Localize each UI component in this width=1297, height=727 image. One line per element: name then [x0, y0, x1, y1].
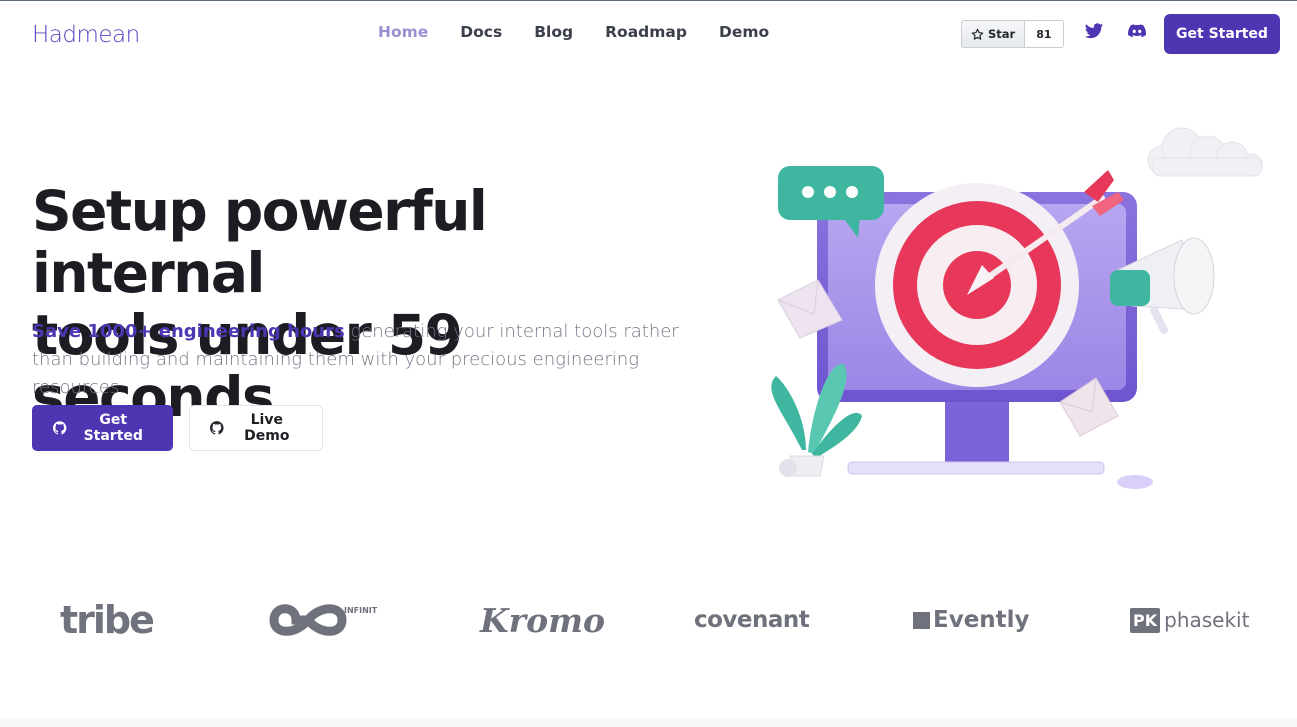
infinity-icon: INFINITE [269, 604, 378, 636]
cloud-icon [1147, 127, 1263, 177]
github-star-button[interactable]: Star [962, 21, 1026, 47]
evently-label: Evently [933, 607, 1030, 633]
brand-logo-tribe: tribe [60, 598, 155, 642]
nav-home[interactable]: Home [378, 23, 428, 41]
logo-text: Hadmean [32, 22, 140, 48]
discord-icon[interactable] [1127, 21, 1147, 41]
nav-blog[interactable]: Blog [534, 23, 573, 41]
header-get-started-button[interactable]: Get Started [1164, 14, 1280, 54]
github-star-widget: Star 81 [961, 20, 1064, 48]
brand-logo-infinite: INFINITE [268, 590, 378, 650]
hero-get-started-button[interactable]: Get Started [32, 405, 173, 451]
brand-logo-kromo: Kromo [480, 600, 606, 640]
nav-roadmap[interactable]: Roadmap [605, 23, 687, 41]
hero-illustration [771, 127, 1263, 489]
github-star-count[interactable]: 81 [1025, 21, 1063, 47]
hero-live-demo-label: Live Demo [244, 412, 290, 444]
hero-title-line1: Setup powerful internal [32, 179, 488, 305]
star-icon [971, 28, 984, 40]
infinite-label: INFINITE [344, 606, 378, 615]
evently-mark [913, 611, 930, 629]
nav-docs[interactable]: Docs [460, 23, 502, 41]
top-border [0, 0, 1297, 1]
hero-subtitle: Save 1000+ engineering hours generating … [32, 318, 702, 402]
section-divider [0, 718, 1297, 727]
phasekit-label: phasekit [1164, 608, 1250, 632]
hadmean-logo[interactable]: Hadmean [32, 20, 140, 50]
github-icon [210, 421, 224, 435]
github-star-label: Star [988, 27, 1016, 41]
github-icon [53, 421, 67, 435]
phasekit-badge: PK [1130, 607, 1161, 633]
brand-logo-phasekit: PK phasekit [1130, 590, 1249, 650]
hero-subtitle-highlight: Save 1000+ engineering hours [32, 321, 345, 342]
brand-logo-covenant: covenant [694, 607, 810, 633]
twitter-icon[interactable] [1084, 21, 1104, 41]
hero-get-started-label: Get Started [83, 412, 143, 444]
hero-live-demo-button[interactable]: Live Demo [189, 405, 323, 451]
brand-logo-evently: Evently [913, 590, 1030, 650]
nav-demo[interactable]: Demo [719, 23, 769, 41]
main-nav: Home Docs Blog Roadmap Demo [378, 23, 769, 41]
